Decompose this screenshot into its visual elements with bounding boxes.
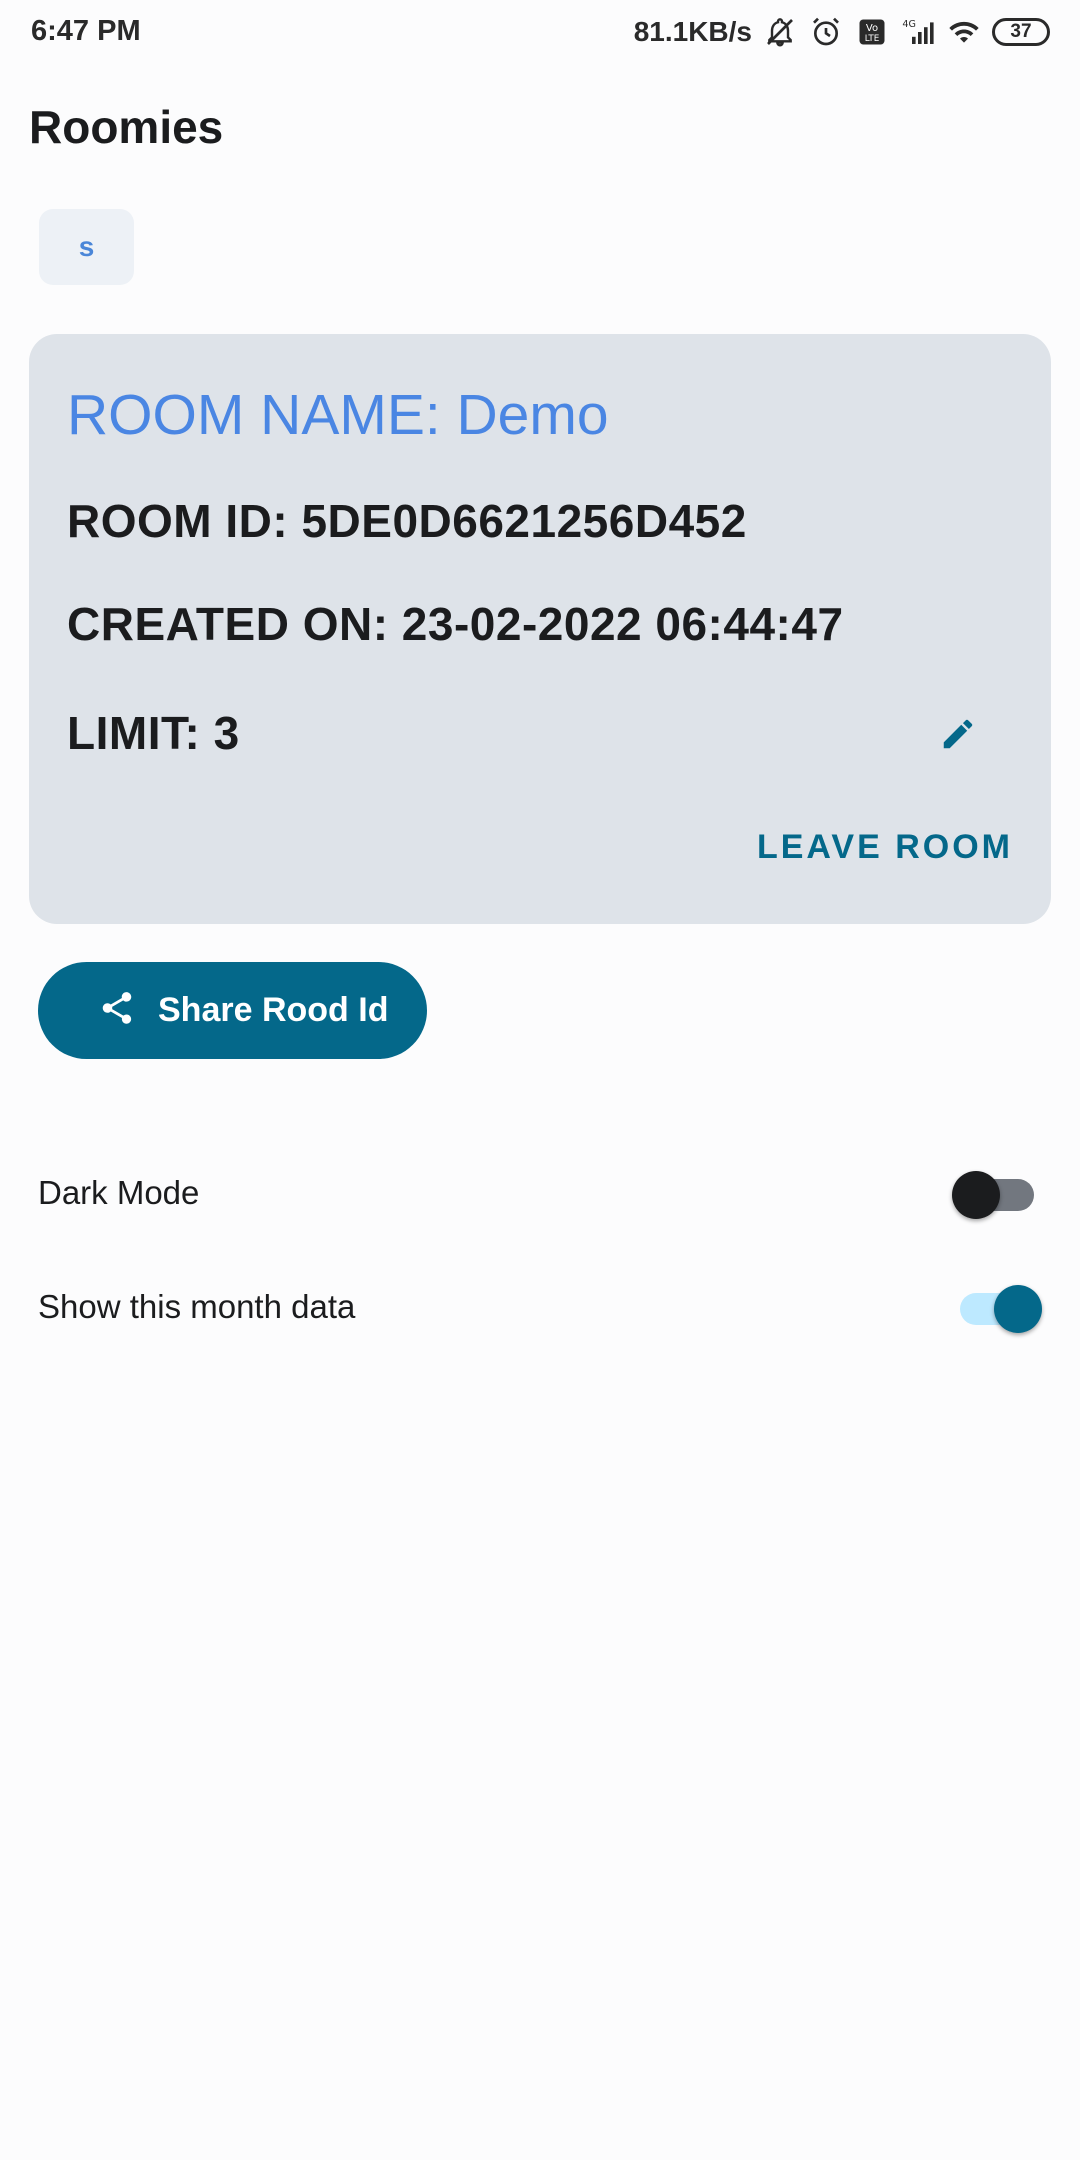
status-icons: 81.1KB/s Vo LTE 4G 37 bbox=[634, 12, 1050, 52]
dark-mode-label: Dark Mode bbox=[38, 1174, 200, 1211]
room-name: ROOM NAME: Demo bbox=[67, 383, 609, 447]
svg-text:4G: 4G bbox=[902, 19, 916, 30]
room-created-on: CREATED ON: 23-02-2022 06:44:47 bbox=[67, 598, 844, 650]
share-button-label: Share Rood Id bbox=[158, 991, 389, 1029]
signal-4g-icon: 4G bbox=[900, 14, 936, 50]
mute-icon bbox=[762, 14, 798, 50]
network-speed: 81.1KB/s bbox=[633, 16, 752, 47]
room-id: ROOM ID: 5DE0D6621256D452 bbox=[67, 495, 747, 547]
room-card: ROOM NAME: Demo ROOM ID: 5DE0D6621256D45… bbox=[29, 334, 1051, 924]
share-icon bbox=[98, 989, 136, 1032]
volte-icon: Vo LTE bbox=[854, 14, 890, 50]
status-bar: 6:47 PM 81.1KB/s Vo LTE 4G 37 bbox=[0, 0, 1080, 66]
leave-room-button[interactable]: LEAVE ROOM bbox=[757, 828, 1013, 867]
app-title: Roomies bbox=[29, 101, 224, 153]
dark-mode-row: Dark Mode bbox=[38, 1153, 1042, 1233]
toggle-thumb bbox=[952, 1171, 1000, 1219]
edit-limit-button[interactable] bbox=[926, 704, 990, 768]
alarm-icon bbox=[808, 14, 844, 50]
wifi-icon bbox=[946, 14, 982, 50]
battery-icon: 37 bbox=[992, 18, 1050, 46]
month-data-row: Show this month data bbox=[38, 1267, 1042, 1347]
dark-mode-toggle[interactable] bbox=[952, 1163, 1042, 1223]
svg-text:LTE: LTE bbox=[865, 34, 880, 44]
month-data-toggle[interactable] bbox=[952, 1277, 1042, 1337]
share-room-id-button[interactable]: Share Rood Id bbox=[38, 962, 427, 1059]
pencil-icon bbox=[939, 715, 977, 758]
toggle-thumb bbox=[994, 1285, 1042, 1333]
user-avatar[interactable]: s bbox=[39, 209, 134, 285]
month-data-label: Show this month data bbox=[38, 1288, 356, 1325]
status-time: 6:47 PM bbox=[31, 15, 141, 47]
room-limit: LIMIT: 3 bbox=[67, 707, 240, 759]
svg-text:Vo: Vo bbox=[866, 23, 878, 34]
